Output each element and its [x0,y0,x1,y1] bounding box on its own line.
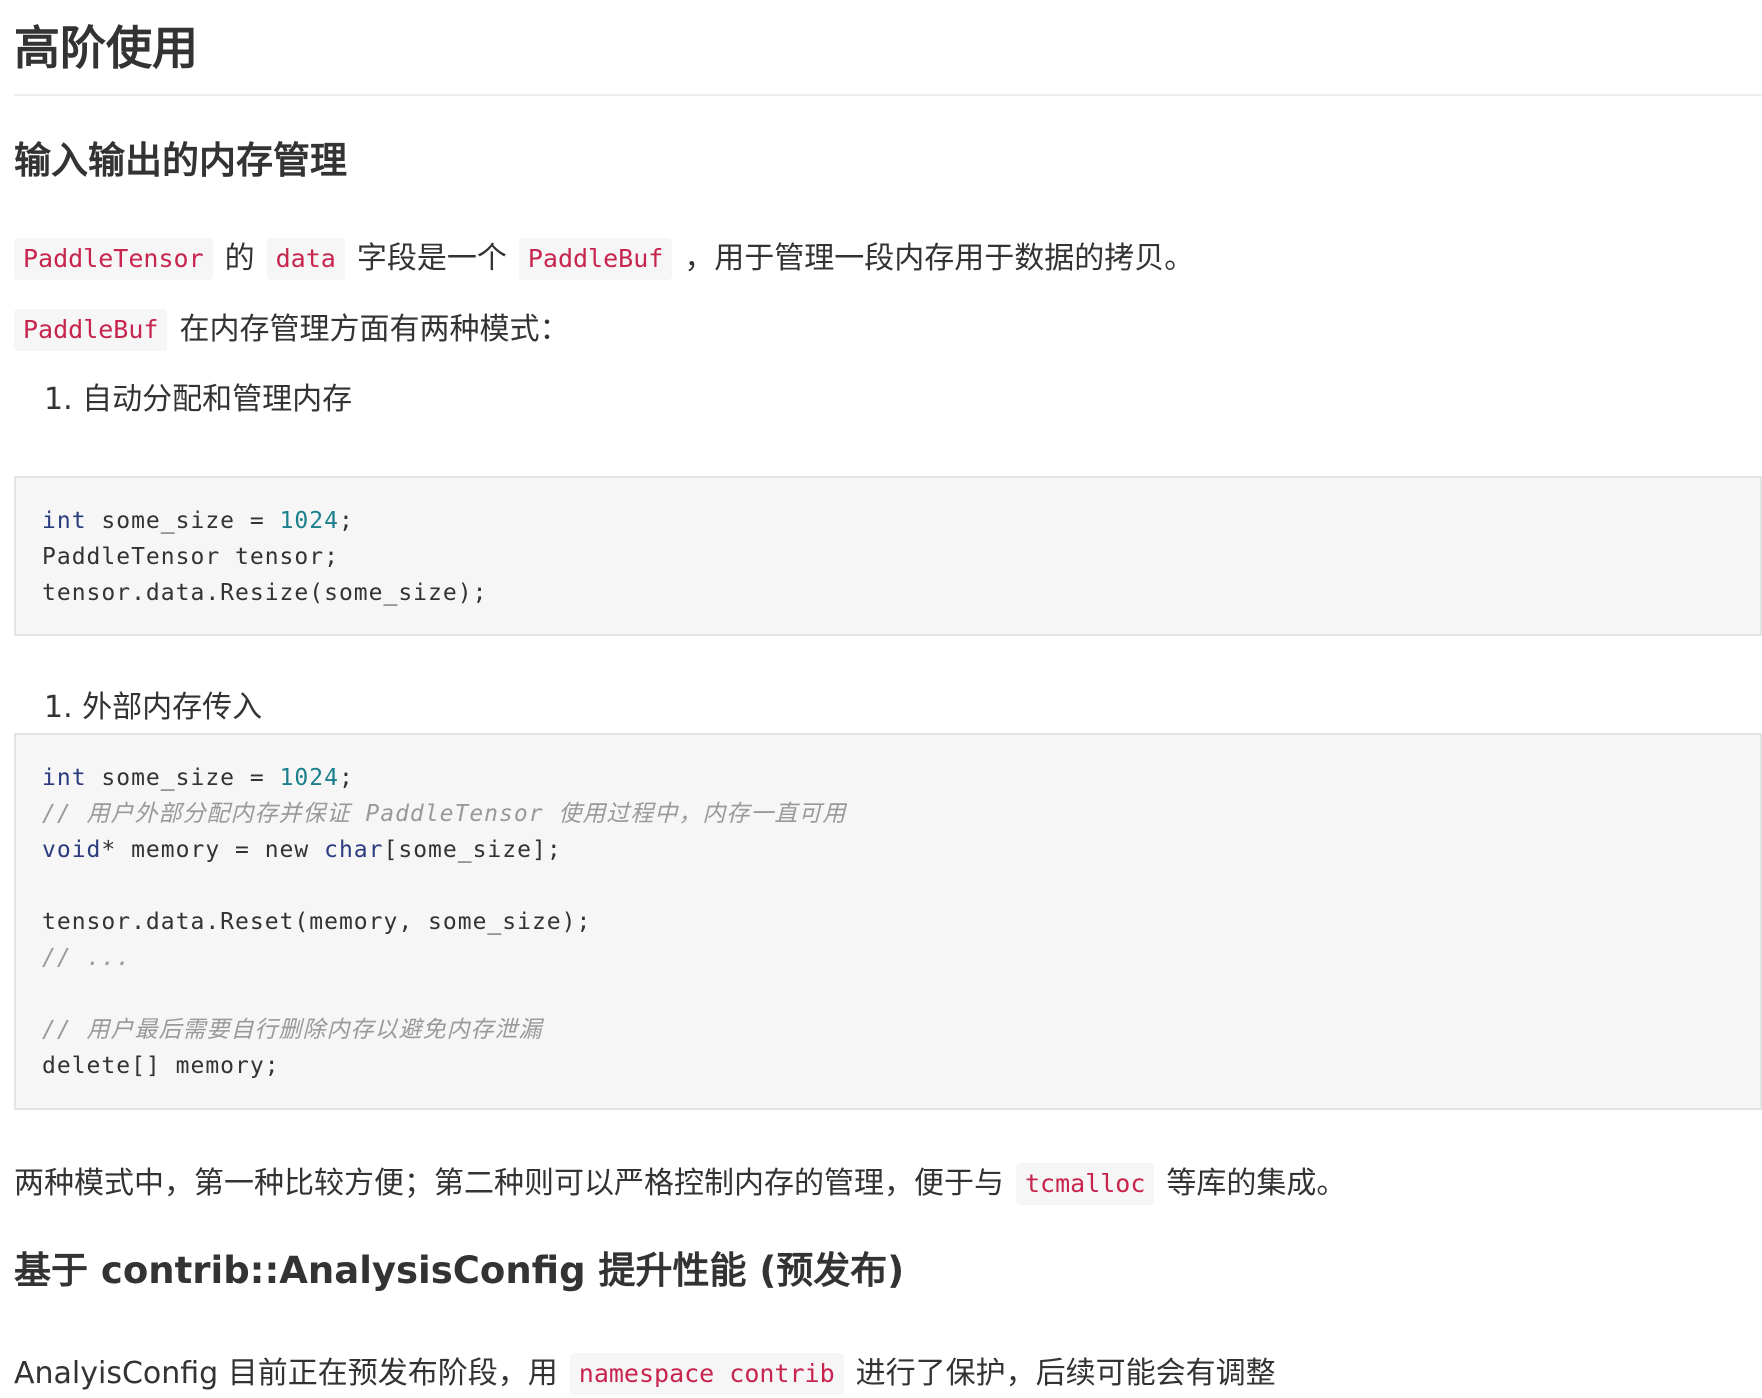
code-line: tensor.data.Resize(some_size); [42,580,488,606]
paragraph-text: AnalyisConfig 目前正在预发布阶段，用 [14,1356,558,1391]
paragraph-text: 两种模式中，第一种比较方便；第二种则可以严格控制内存的管理，便于与 [14,1166,1004,1201]
title-divider [14,94,1762,96]
section-heading-contrib: 基于 contrib::AnalysisConfig 提升性能 (预发布) [14,1249,905,1292]
code-comment: // ... [42,945,132,971]
page-title: 高阶使用 [14,21,198,75]
code-line: PaddleTensor tensor; [42,544,339,570]
code-comment: // 用户外部分配内存并保证 PaddleTensor 使用过程中，内存一直可用 [42,801,847,827]
inline-code-namespace-contrib: namespace contrib [569,1353,844,1395]
list-item-external-memory: 1. 外部内存传入 [44,690,263,725]
inline-code-paddlebuf: PaddleBuf [14,309,168,351]
paragraph-text: 等库的集成。 [1166,1166,1347,1201]
code-line: void* memory = new char[some_size]; [42,837,562,863]
paragraph-text: 的 [224,241,255,276]
paragraph-paddletensor-data: PaddleTensor 的 data 字段是一个 PaddleBuf ，用于管… [14,237,1194,281]
paragraph-mode-comparison: 两种模式中，第一种比较方便；第二种则可以严格控制内存的管理，便于与 tcmall… [14,1162,1346,1206]
paragraph-contrib-prerelease: AnalyisConfig 目前正在预发布阶段，用 namespace cont… [14,1352,1276,1396]
section-heading-memory: 输入输出的内存管理 [14,139,347,182]
inline-code-data: data [266,238,345,280]
list-item-auto-alloc: 1. 自动分配和管理内存 [44,382,353,417]
inline-code-tcmalloc: tcmalloc [1016,1163,1155,1205]
code-block-auto-alloc: int some_size = 1024; PaddleTensor tenso… [14,476,1762,636]
code-line: int some_size = 1024; [42,765,354,791]
code-line: delete[] memory; [42,1053,280,1079]
inline-code-paddletensor: PaddleTensor [14,238,213,280]
paragraph-text: 进行了保护，后续可能会有调整 [855,1356,1276,1391]
inline-code-paddlebuf: PaddleBuf [518,238,673,280]
code-line: int some_size = 1024; [42,508,354,534]
code-line: tensor.data.Reset(memory, some_size); [42,909,592,935]
paragraph-text: 字段是一个 [356,241,507,276]
paragraph-paddlebuf-modes: PaddleBuf 在内存管理方面有两种模式： [14,308,569,352]
code-block-external-memory: int some_size = 1024; // 用户外部分配内存并保证 Pad… [14,733,1762,1110]
paragraph-text: ，用于管理一段内存用于数据的拷贝。 [684,241,1195,276]
paragraph-text: 在内存管理方面有两种模式： [179,312,570,347]
code-comment: // 用户最后需要自行删除内存以避免内存泄漏 [42,1017,543,1043]
